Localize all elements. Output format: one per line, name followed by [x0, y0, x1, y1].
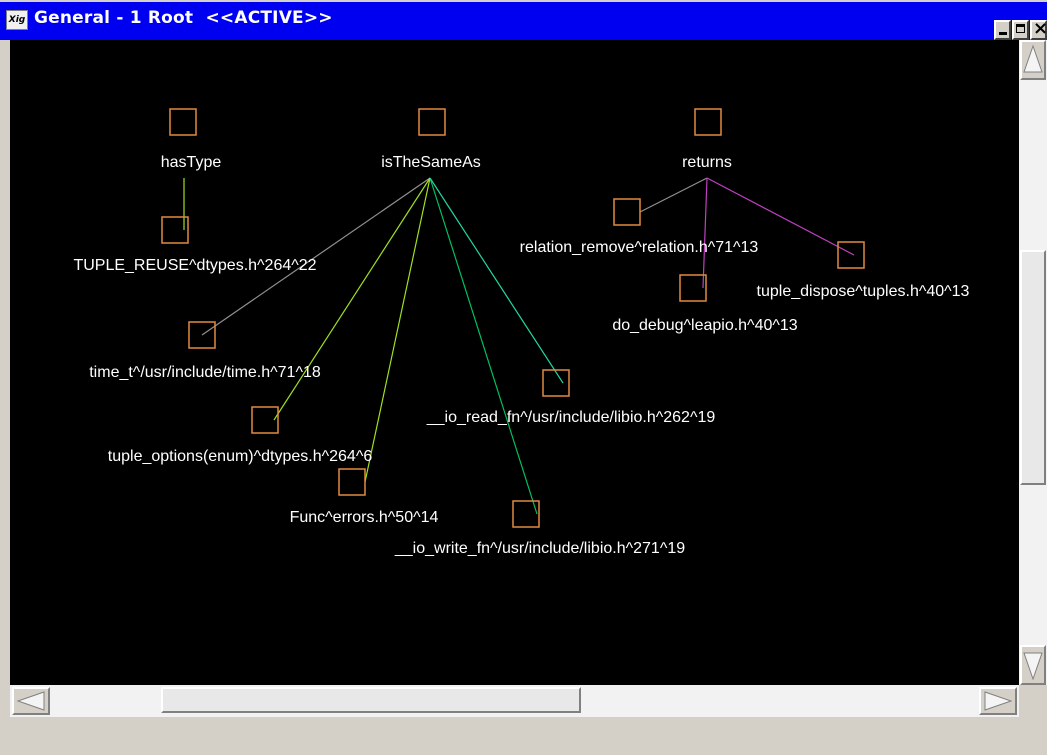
- graph-edge-returns-relation_remove: [639, 177, 708, 213]
- node-label: isTheSameAs: [381, 154, 481, 171]
- graph-node-tuple_options[interactable]: tuple_options(enum)^dtypes.h^264^6: [108, 406, 373, 465]
- scroll-up-button[interactable]: [1020, 40, 1046, 80]
- scroll-down-button[interactable]: [1020, 645, 1046, 685]
- status-bar: [0, 717, 1047, 755]
- graph-node-io_read_fn[interactable]: __io_read_fn^/usr/include/libio.h^262^19: [426, 369, 716, 426]
- node-box[interactable]: [613, 198, 641, 226]
- arrow-left-icon: [16, 691, 45, 711]
- graph-node-relation_remove[interactable]: relation_remove^relation.h^71^13: [520, 198, 759, 256]
- node-box[interactable]: [338, 468, 366, 496]
- scroll-left-button[interactable]: [12, 687, 50, 715]
- graph-edge-returns-do_debug: [702, 177, 708, 289]
- node-label: time_t^/usr/include/time.h^71^18: [89, 364, 321, 381]
- minimize-button[interactable]: [994, 20, 1011, 40]
- close-button[interactable]: ×: [1030, 18, 1047, 40]
- graph-node-hasType[interactable]: hasType: [161, 108, 222, 171]
- graph-node-time_t[interactable]: time_t^/usr/include/time.h^71^18: [89, 321, 321, 381]
- graph-edge-isTheSameAs-io_read_fn: [429, 177, 564, 384]
- node-label: TUPLE_REUSE^dtypes.h^264^22: [73, 257, 316, 274]
- horizontal-scroll-thumb[interactable]: [161, 687, 581, 713]
- node-box[interactable]: [542, 369, 570, 397]
- node-box[interactable]: [418, 108, 446, 136]
- node-box[interactable]: [679, 274, 707, 302]
- close-icon: ×: [1033, 18, 1047, 39]
- node-label: returns: [682, 154, 732, 171]
- graph-view: hasType isTheSameAs returns TUPLE_REUSE^dty…: [73, 108, 970, 557]
- node-label: hasType: [161, 154, 222, 171]
- graph-node-tuple_dispose[interactable]: tuple_dispose^tuples.h^40^13: [757, 241, 970, 300]
- node-label: __io_write_fn^/usr/include/libio.h^271^1…: [394, 540, 685, 557]
- vertical-scrollbar[interactable]: [1019, 40, 1047, 685]
- node-box[interactable]: [512, 500, 540, 528]
- graph-canvas[interactable]: hasType isTheSameAs returns TUPLE_REUSE^dty…: [10, 40, 1019, 685]
- arrow-right-icon: [984, 691, 1013, 711]
- node-label: tuple_dispose^tuples.h^40^13: [757, 283, 970, 300]
- graph-node-returns[interactable]: returns: [682, 108, 732, 171]
- vertical-scroll-thumb[interactable]: [1020, 250, 1046, 485]
- node-box[interactable]: [837, 241, 865, 269]
- title-bar[interactable]: Xig General - 1 Root <<ACTIVE>> ×: [0, 0, 1047, 40]
- scrollbar-corner: [1019, 685, 1047, 717]
- maximize-button[interactable]: [1012, 20, 1029, 40]
- graph-edge-isTheSameAs-func_errors: [364, 177, 431, 483]
- horizontal-scrollbar[interactable]: [10, 685, 1019, 717]
- node-label: do_debug^leapio.h^40^13: [612, 317, 797, 334]
- app-icon[interactable]: Xig: [6, 10, 28, 30]
- arrow-down-icon: [1023, 652, 1043, 681]
- node-label: relation_remove^relation.h^71^13: [520, 239, 759, 256]
- node-box[interactable]: [694, 108, 722, 136]
- window-title: General - 1 Root <<ACTIVE>>: [34, 8, 333, 28]
- graph-edge-isTheSameAs-io_write_fn: [429, 177, 538, 515]
- graph-node-isTheSameAs[interactable]: isTheSameAs: [381, 108, 481, 171]
- node-label: __io_read_fn^/usr/include/libio.h^262^19: [426, 409, 716, 426]
- graph-edge-isTheSameAs-tuple_options: [273, 177, 431, 421]
- arrow-up-icon: [1023, 44, 1043, 73]
- node-label: tuple_options(enum)^dtypes.h^264^6: [108, 448, 373, 465]
- graph-node-tuple_reuse[interactable]: TUPLE_REUSE^dtypes.h^264^22: [73, 216, 317, 274]
- graph-node-func_errors[interactable]: Func^errors.h^50^14: [290, 468, 439, 526]
- window-left-border: [0, 40, 10, 717]
- scroll-right-button[interactable]: [979, 687, 1017, 715]
- node-box[interactable]: [169, 108, 197, 136]
- node-label: Func^errors.h^50^14: [290, 509, 439, 526]
